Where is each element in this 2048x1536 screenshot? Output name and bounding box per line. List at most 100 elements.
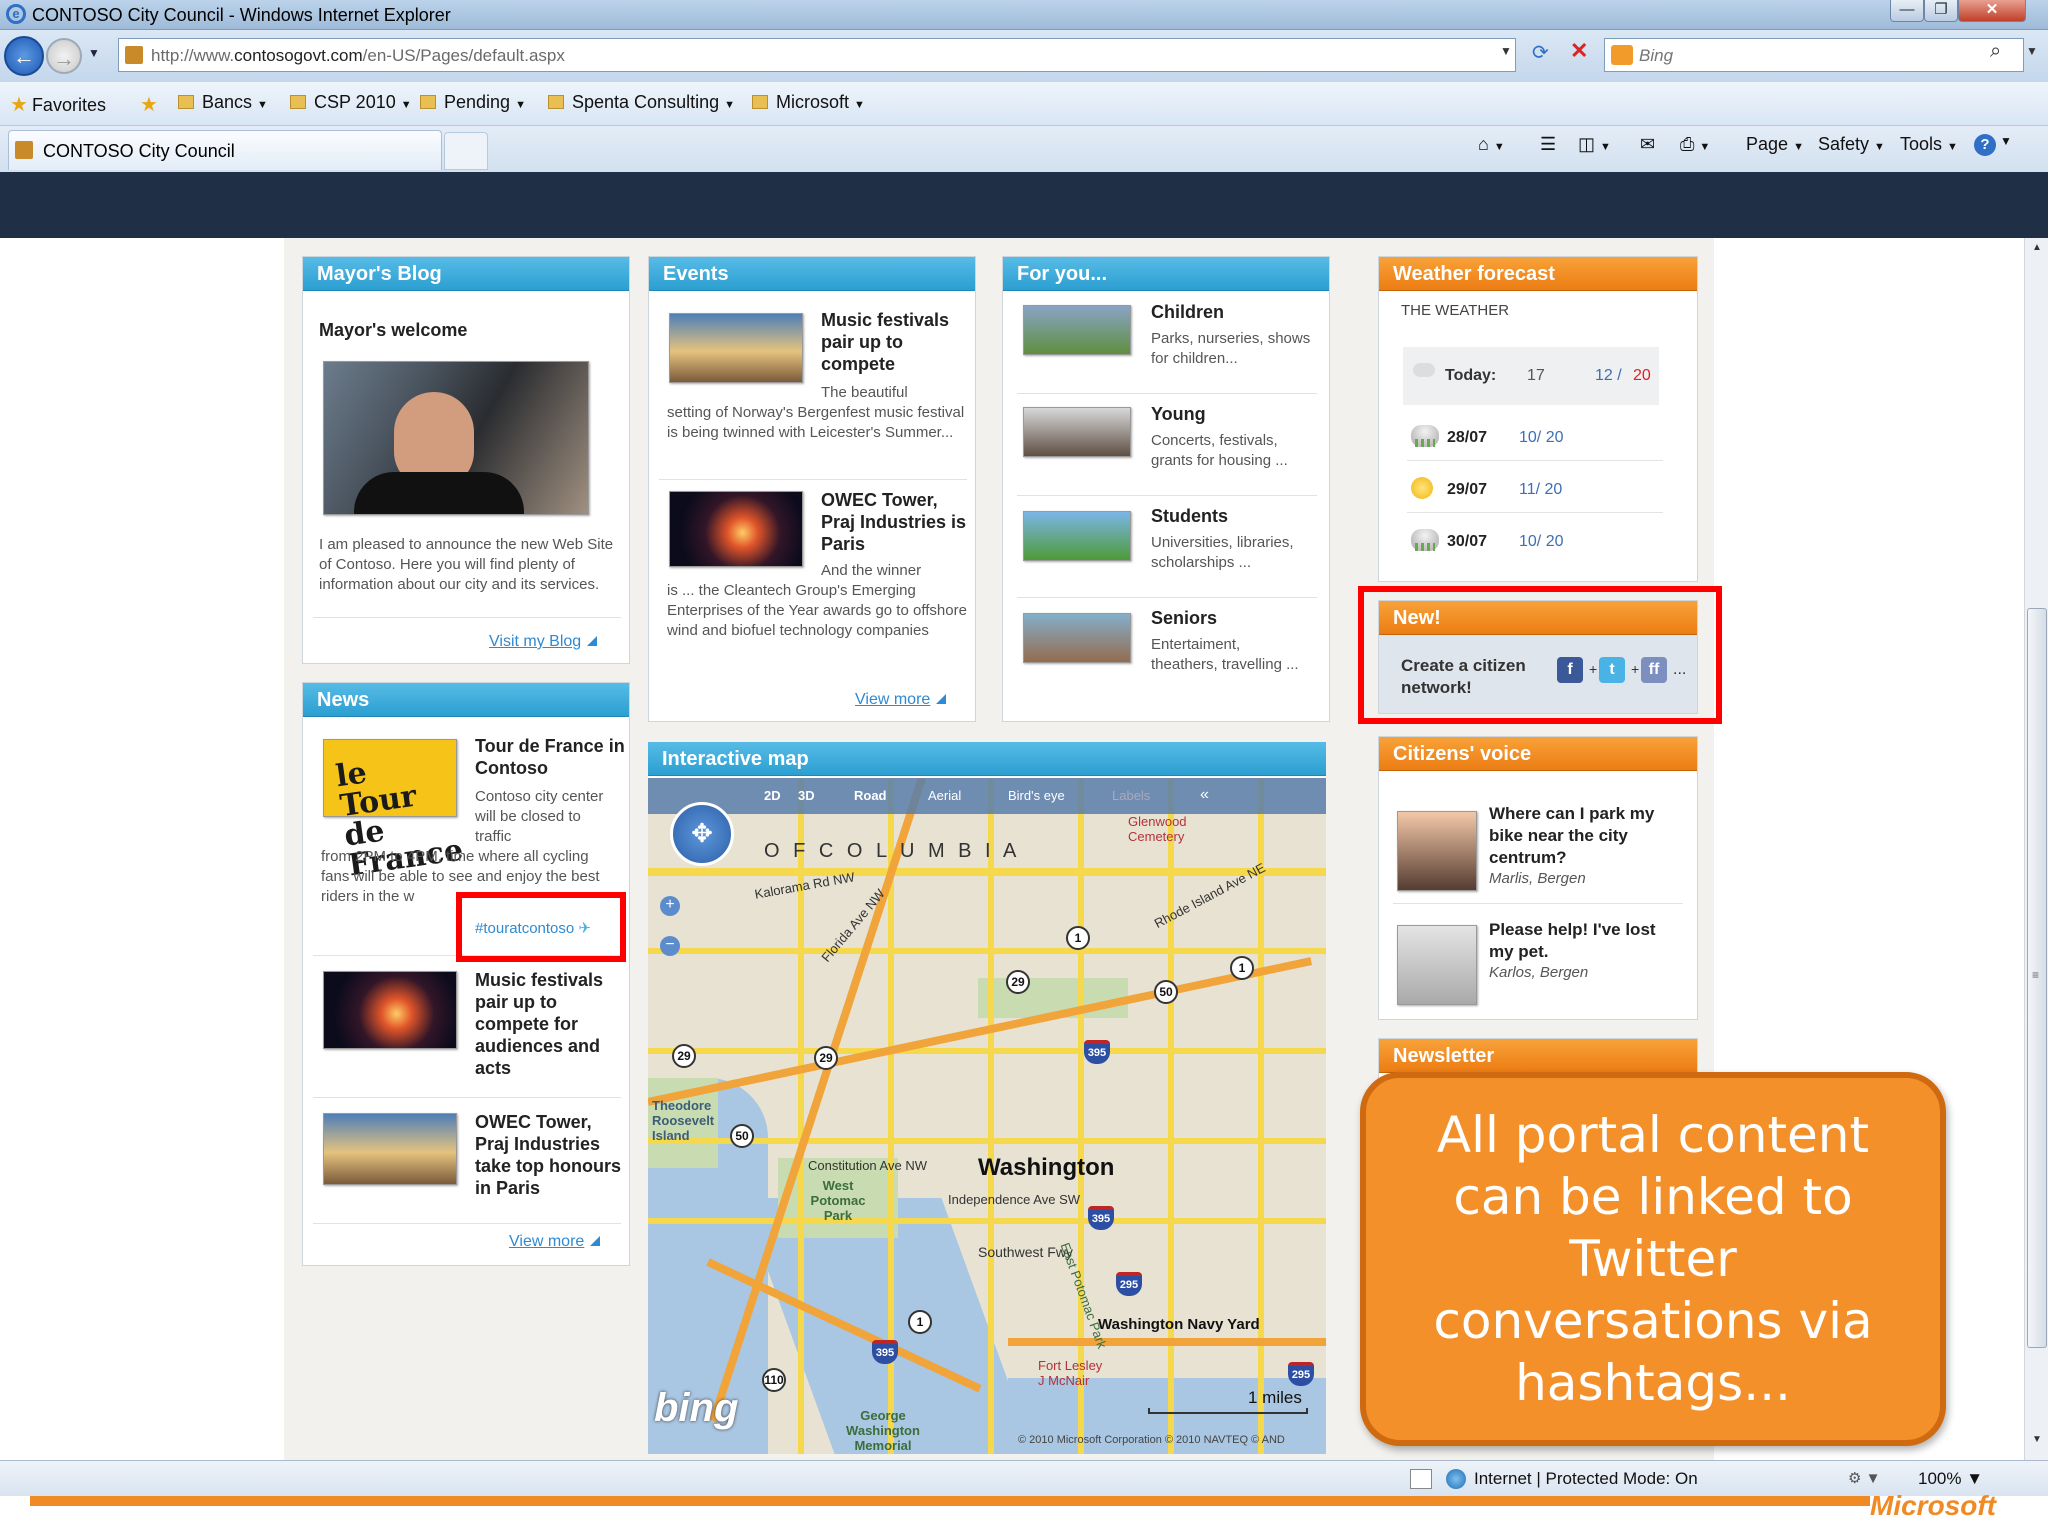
favorites-folder-bancs[interactable]: Bancs ▼	[178, 92, 268, 113]
weather-panel: Weather forecast THE WEATHER Today: 17 1…	[1378, 256, 1698, 582]
citizens-voice-header: Citizens' voice	[1379, 737, 1697, 771]
for-you-title-children[interactable]: Children	[1151, 301, 1224, 323]
for-you-title-seniors[interactable]: Seniors	[1151, 607, 1217, 629]
news-view-more-link[interactable]: View more	[509, 1233, 601, 1251]
interactive-map-header: Interactive map	[648, 742, 1326, 776]
route-shield: 1	[1066, 926, 1090, 950]
favorites-button[interactable]: ★ Favorites	[10, 92, 106, 117]
cloud-icon	[1413, 363, 1435, 377]
scroll-down-icon[interactable]: ▼	[2032, 1434, 2042, 1445]
news-header: News	[303, 683, 629, 717]
route-shield: 29	[672, 1044, 696, 1068]
page-menu[interactable]: Page ▼	[1746, 134, 1804, 155]
address-input[interactable]: http://www.contosogovt.com/en-US/Pages/d…	[118, 38, 1516, 72]
scroll-up-icon[interactable]: ▲	[2032, 242, 2042, 253]
history-dropdown-icon[interactable]: ▼	[88, 46, 100, 60]
map-label: O F C O L U M B I A	[764, 840, 1021, 862]
map-label-washington: Washington	[978, 1154, 1115, 1181]
map-mode-aerial[interactable]: Aerial	[928, 788, 961, 803]
popup-blocked-icon[interactable]	[1410, 1469, 1432, 1489]
help-dropdown-icon[interactable]: ▼	[2000, 134, 2012, 148]
vertical-scrollbar[interactable]: ▲ ≡ ▼	[2024, 238, 2048, 1460]
zoom-out-icon[interactable]: −	[660, 936, 680, 956]
window-title-bar: e CONTOSO City Council - Windows Interne…	[0, 0, 2048, 30]
home-icon[interactable]: ⌂ ▼	[1478, 134, 1505, 155]
refresh-icon[interactable]: ⟳	[1532, 40, 1549, 65]
interstate-shield: 395	[872, 1340, 898, 1364]
citizen-author: Marlis, Bergen	[1489, 870, 1586, 887]
map-mode-3d[interactable]: 3D	[798, 788, 815, 803]
zoom-level[interactable]: 100% ▼	[1918, 1469, 1983, 1489]
add-ons-icon[interactable]: ⚙ ▼	[1848, 1469, 1880, 1487]
for-you-title-students[interactable]: Students	[1151, 505, 1228, 527]
news-item-title[interactable]: Tour de France in Contoso	[475, 735, 625, 779]
map-mode-2d[interactable]: 2D	[764, 788, 781, 803]
folder-icon	[290, 95, 306, 109]
news-panel: News le Tour de France Tour de France in …	[302, 682, 630, 1266]
back-button[interactable]: ←	[4, 36, 44, 76]
new-box-highlight	[1358, 586, 1722, 724]
print-icon[interactable]: ⎙ ▼	[1680, 134, 1710, 155]
for-you-title-young[interactable]: Young	[1151, 403, 1206, 425]
favorites-folder-pending[interactable]: Pending ▼	[420, 92, 526, 113]
collapse-toolbar-icon[interactable]: «	[1200, 786, 1209, 804]
search-input[interactable]	[1639, 45, 1959, 67]
safety-menu[interactable]: Safety ▼	[1818, 134, 1885, 155]
tab-contoso[interactable]: CONTOSO City Council	[8, 130, 442, 170]
route-shield: 29	[1006, 970, 1030, 994]
search-icon[interactable]: ⌕	[1990, 40, 2001, 63]
search-options-icon[interactable]: ▼	[2026, 44, 2038, 58]
sun-icon	[1411, 477, 1433, 499]
rain-icon	[1411, 425, 1439, 447]
search-box[interactable]	[1604, 38, 2024, 72]
favorites-bar: ★ Favorites ★ Bancs ▼ CSP 2010 ▼ Pending …	[0, 82, 2048, 126]
help-icon[interactable]: ?	[1974, 134, 1996, 156]
for-you-panel: For you... Children Parks, nurseries, sh…	[1002, 256, 1330, 722]
feeds-icon[interactable]: ☰	[1540, 134, 1556, 155]
favorites-folder-microsoft[interactable]: Microsoft ▼	[752, 92, 865, 113]
news-item-title[interactable]: Music festivals pair up to compete for a…	[475, 969, 625, 1079]
citizen-question[interactable]: Please help! I've lost my pet.	[1489, 919, 1679, 963]
events-view-more-link[interactable]: View more	[855, 691, 947, 709]
maximize-button[interactable]: ❐	[1924, 0, 1958, 22]
favorites-folder-csp[interactable]: CSP 2010 ▼	[290, 92, 412, 113]
event-title[interactable]: Music festivals pair up to compete	[821, 309, 971, 375]
event-text: setting of Norway's Bergenfest music fes…	[667, 404, 965, 441]
site-favicon-icon	[125, 46, 143, 64]
owec-photo	[323, 1113, 457, 1185]
map-mode-birds-eye[interactable]: Bird's eye	[1008, 788, 1065, 803]
close-window-button[interactable]: ✕	[1958, 0, 2026, 22]
news-item-text: Contoso city center will be closed to tr…	[475, 788, 604, 845]
security-zone[interactable]: Internet | Protected Mode: On	[1474, 1469, 1698, 1489]
rss-icon[interactable]: ◫ ▼	[1578, 134, 1611, 155]
forecast-row: 28/07 10/ 20	[1407, 415, 1663, 461]
citizen-question[interactable]: Where can I park my bike near the city c…	[1489, 803, 1679, 869]
globe-icon	[1446, 1469, 1466, 1489]
forward-button[interactable]: →	[46, 38, 82, 74]
zoom-in-icon[interactable]: +	[660, 896, 680, 916]
event-text: is ... the Cleantech Group's Emerging En…	[667, 582, 967, 639]
interactive-map[interactable]: 2D 3D Road Aerial Bird's eye Labels « ✥ …	[648, 778, 1326, 1454]
mayors-welcome-title[interactable]: Mayor's welcome	[319, 319, 467, 341]
stop-icon[interactable]: ✕	[1570, 38, 1588, 64]
rain-icon	[1411, 529, 1439, 551]
minimize-button[interactable]: —	[1890, 0, 1924, 22]
map-label: Glenwood Cemetery	[1128, 814, 1187, 844]
map-mode-labels[interactable]: Labels	[1112, 788, 1150, 803]
weather-subheader: THE WEATHER	[1401, 302, 1510, 319]
map-toolbar: 2D 3D Road Aerial Bird's eye Labels «	[648, 778, 1326, 814]
news-item-title[interactable]: OWEC Tower, Praj Industries take top hon…	[475, 1111, 625, 1199]
map-label: Independence Ave SW	[948, 1192, 1081, 1207]
add-favorite-icon[interactable]: ★	[140, 92, 162, 117]
visit-blog-link[interactable]: Visit my Blog	[489, 633, 598, 651]
mail-icon[interactable]: ✉	[1640, 134, 1655, 155]
folder-icon	[178, 95, 194, 109]
map-mode-road[interactable]: Road	[854, 788, 887, 803]
tools-menu[interactable]: Tools ▼	[1900, 134, 1958, 155]
forecast-row: 29/07 11/ 20	[1407, 467, 1663, 513]
map-pan-control[interactable]: ✥	[670, 802, 734, 866]
address-dropdown-icon[interactable]: ▼	[1500, 44, 1512, 58]
event-title[interactable]: OWEC Tower, Praj Industries is Paris	[821, 489, 971, 555]
favorites-folder-spenta[interactable]: Spenta Consulting ▼	[548, 92, 735, 113]
new-tab-button[interactable]	[444, 132, 488, 170]
